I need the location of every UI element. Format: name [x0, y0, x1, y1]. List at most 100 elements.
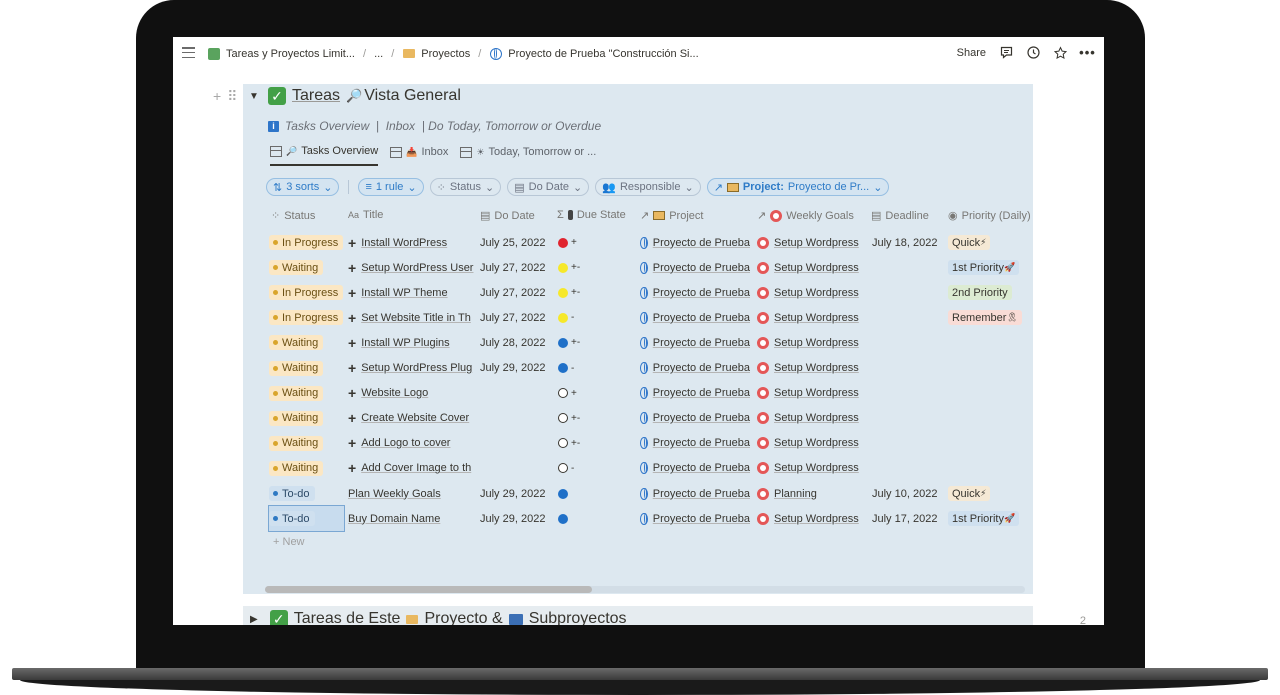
deadline-cell[interactable]: [872, 406, 944, 431]
status-cell[interactable]: In Progress: [269, 280, 344, 305]
table-row[interactable]: Waiting + Add Logo to cover +- Proyecto de P…: [265, 431, 1035, 456]
weekly-goal-cell[interactable]: Setup Wordpress: [757, 431, 867, 456]
project-link[interactable]: Proyecto de Prueba: [653, 312, 750, 324]
col-priority[interactable]: ◉ Priority (Daily): [948, 209, 1031, 223]
do-date-cell[interactable]: July 27, 2022: [480, 255, 555, 280]
do-date-cell[interactable]: July 29, 2022: [480, 506, 555, 531]
project-cell[interactable]: Proyecto de Prueba: [640, 330, 750, 355]
goal-link[interactable]: Setup Wordpress: [774, 387, 859, 399]
do-date-cell[interactable]: [480, 406, 555, 431]
crumb-workspace[interactable]: Tareas y Proyectos Limit...: [226, 48, 355, 60]
deadline-cell[interactable]: [872, 255, 944, 280]
more-icon[interactable]: •••: [1079, 45, 1095, 60]
col-weekly-goals[interactable]: ↗ Weekly Goals: [757, 209, 854, 222]
clock-icon[interactable]: [1027, 46, 1040, 59]
task-title[interactable]: Install WP Theme: [361, 287, 447, 299]
weekly-goal-cell[interactable]: Setup Wordpress: [757, 280, 867, 305]
tab-today-tomorrow[interactable]: ☀ Today, Tomorrow or ...: [460, 145, 596, 166]
task-title[interactable]: Create Website Cover: [361, 412, 469, 424]
responsible-filter[interactable]: 👥 Responsible ⌄: [595, 178, 701, 196]
goal-link[interactable]: Setup Wordpress: [774, 312, 859, 324]
project-cell[interactable]: Proyecto de Prueba: [640, 230, 750, 255]
weekly-goal-cell[interactable]: Setup Wordpress: [757, 230, 867, 255]
table-row[interactable]: In Progress + Install WP Theme July 27, 202…: [265, 280, 1035, 305]
deadline-cell[interactable]: [872, 280, 944, 305]
title-cell[interactable]: Buy Domain Name: [348, 506, 475, 531]
new-row-button[interactable]: + New: [273, 536, 305, 548]
priority-cell[interactable]: Quick ⚡: [948, 230, 1033, 255]
deadline-cell[interactable]: [872, 456, 944, 481]
crumb-ellipsis[interactable]: ...: [374, 48, 383, 60]
table-row[interactable]: Waiting + Setup WordPress User July 27, 202…: [265, 255, 1035, 280]
col-deadline[interactable]: ▤ Deadline: [871, 209, 929, 223]
horizontal-scrollbar[interactable]: [265, 586, 1025, 593]
project-cell[interactable]: Proyecto de Prueba: [640, 431, 750, 456]
status-cell[interactable]: Waiting: [269, 330, 344, 355]
priority-cell[interactable]: Remember 🎗: [948, 305, 1033, 330]
project-cell[interactable]: Proyecto de Prueba: [640, 356, 750, 381]
weekly-goal-cell[interactable]: Setup Wordpress: [757, 255, 867, 280]
project-link[interactable]: Proyecto de Prueba: [653, 337, 750, 349]
task-title[interactable]: Set Website Title in Th: [361, 312, 471, 324]
status-cell[interactable]: Waiting: [269, 255, 344, 280]
goal-link[interactable]: Setup Wordpress: [774, 362, 859, 374]
project-cell[interactable]: Proyecto de Prueba: [640, 381, 750, 406]
share-button[interactable]: Share: [957, 47, 986, 59]
col-status[interactable]: ⁘ Status: [271, 209, 315, 223]
goal-link[interactable]: Setup Wordpress: [774, 262, 859, 274]
priority-cell[interactable]: 1st Priority 🚀: [948, 255, 1033, 280]
goal-link[interactable]: Setup Wordpress: [774, 437, 859, 449]
table-row[interactable]: To-do Buy Domain Name July 29, 2022 Proyect…: [265, 505, 1035, 533]
do-date-cell[interactable]: [480, 431, 555, 456]
task-title[interactable]: Setup WordPress Plug: [361, 362, 472, 374]
deadline-cell[interactable]: [872, 330, 944, 355]
goal-link[interactable]: Setup Wordpress: [774, 412, 859, 424]
do-date-cell[interactable]: July 27, 2022: [480, 305, 555, 330]
second-database-title[interactable]: ▶ ✓ Tareas de Este Proyecto & Subproyect…: [250, 610, 627, 625]
do-date-filter[interactable]: ▤ Do Date ⌄: [507, 178, 590, 196]
task-title[interactable]: Plan Weekly Goals: [348, 488, 441, 500]
star-icon[interactable]: [1054, 45, 1067, 59]
do-date-cell[interactable]: July 25, 2022: [480, 230, 555, 255]
priority-cell[interactable]: 2nd Priority: [948, 280, 1033, 305]
priority-cell[interactable]: [948, 330, 1033, 355]
do-date-cell[interactable]: [480, 381, 555, 406]
priority-cell[interactable]: [948, 381, 1033, 406]
title-cell[interactable]: + Setup WordPress Plug: [348, 356, 475, 381]
weekly-goal-cell[interactable]: Setup Wordpress: [757, 456, 867, 481]
priority-cell[interactable]: [948, 456, 1033, 481]
project-link[interactable]: Proyecto de Prueba: [653, 488, 750, 500]
status-cell[interactable]: In Progress: [269, 305, 344, 330]
project-link[interactable]: Proyecto de Prueba: [653, 437, 750, 449]
title-cell[interactable]: + Set Website Title in Th: [348, 305, 475, 330]
deadline-cell[interactable]: July 17, 2022: [872, 506, 944, 531]
task-title[interactable]: Add Cover Image to th: [361, 462, 471, 474]
title-cell[interactable]: + Add Logo to cover: [348, 431, 475, 456]
task-title[interactable]: Add Logo to cover: [361, 437, 450, 449]
project-cell[interactable]: Proyecto de Prueba: [640, 506, 750, 531]
project-link[interactable]: Proyecto de Prueba: [653, 237, 750, 249]
goal-link[interactable]: Planning: [774, 488, 817, 500]
do-date-cell[interactable]: July 28, 2022: [480, 330, 555, 355]
goal-link[interactable]: Setup Wordpress: [774, 337, 859, 349]
project-link[interactable]: Proyecto de Prueba: [653, 462, 750, 474]
deadline-cell[interactable]: [872, 356, 944, 381]
crumb-proyectos[interactable]: Proyectos: [421, 48, 470, 60]
task-title[interactable]: Setup WordPress User: [361, 262, 473, 274]
weekly-goal-cell[interactable]: Setup Wordpress: [757, 356, 867, 381]
menu-icon[interactable]: [182, 47, 195, 59]
weekly-goal-cell[interactable]: Setup Wordpress: [757, 406, 867, 431]
goal-link[interactable]: Setup Wordpress: [774, 462, 859, 474]
col-due-state[interactable]: Σ Due State: [557, 209, 626, 221]
project-link[interactable]: Proyecto de Prueba: [653, 362, 750, 374]
task-title[interactable]: Install WP Plugins: [361, 337, 449, 349]
deadline-cell[interactable]: July 10, 2022: [872, 481, 944, 506]
add-block-icon[interactable]: +: [213, 88, 221, 105]
task-title[interactable]: Website Logo: [361, 387, 428, 399]
status-filter[interactable]: ⁘ Status ⌄: [429, 178, 502, 196]
do-date-cell[interactable]: [480, 456, 555, 481]
title-cell[interactable]: + Install WP Theme: [348, 280, 475, 305]
weekly-goal-cell[interactable]: Setup Wordpress: [757, 381, 867, 406]
task-title[interactable]: Buy Domain Name: [348, 513, 440, 525]
project-link[interactable]: Proyecto de Prueba: [653, 262, 750, 274]
